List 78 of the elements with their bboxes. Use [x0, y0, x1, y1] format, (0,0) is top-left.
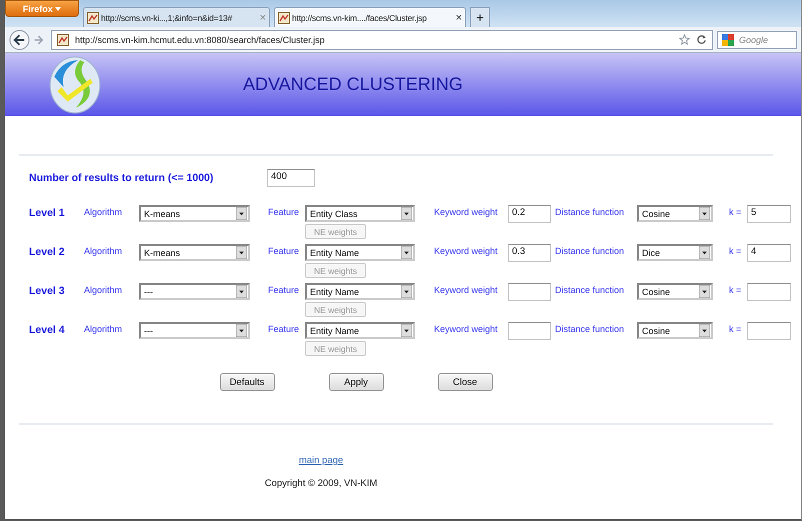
- search-engine-icon: [722, 34, 734, 46]
- distance-function-dropdown[interactable]: Cosine: [637, 322, 713, 339]
- keyword-weight-label: Keyword weight: [434, 323, 499, 334]
- level-label: Level 2: [29, 245, 66, 258]
- level-label: Level 3: [29, 284, 66, 297]
- browser-tab[interactable]: http://scms.vn-ki...,1;&info=n&id=13# ×: [83, 7, 270, 27]
- distance-function-dropdown[interactable]: Cosine: [637, 283, 713, 300]
- form-button[interactable]: Apply: [328, 373, 384, 391]
- k-label: k =: [729, 245, 742, 256]
- distance-function-label: Distance function: [555, 245, 626, 256]
- dropdown-arrow-icon: [236, 324, 247, 337]
- form-button[interactable]: Defaults: [220, 373, 274, 391]
- dropdown-arrow-icon: [401, 324, 412, 337]
- page-icon: [278, 12, 290, 24]
- dropdown-arrow-icon: [699, 324, 710, 337]
- results-label: Number of results to return (<= 1000): [29, 172, 214, 184]
- keyword-weight-label: Keyword weight: [434, 245, 499, 256]
- distance-function-label: Distance function: [555, 206, 626, 217]
- feature-label: Feature: [268, 323, 300, 334]
- keyword-weight-label: Keyword weight: [434, 284, 499, 295]
- feature-label: Feature: [268, 284, 300, 295]
- feature-dropdown[interactable]: Entity Name: [305, 283, 415, 300]
- k-label: k =: [729, 323, 742, 334]
- copyright-text: Copyright © 2009, VN-KIM: [264, 478, 378, 489]
- algorithm-label: Algorithm: [84, 323, 124, 334]
- k-input[interactable]: [747, 283, 791, 301]
- k-label: k =: [729, 284, 742, 295]
- distance-function-dropdown[interactable]: Dice: [637, 244, 713, 261]
- close-tab-icon[interactable]: ×: [456, 12, 462, 24]
- k-input[interactable]: 5: [747, 205, 791, 223]
- feature-dropdown[interactable]: Entity Name: [305, 322, 415, 339]
- algorithm-dropdown[interactable]: K-means: [139, 244, 250, 261]
- algorithm-dropdown[interactable]: ---: [139, 283, 250, 300]
- k-label: k =: [729, 206, 742, 217]
- k-input[interactable]: [747, 322, 791, 340]
- feature-label: Feature: [268, 245, 300, 256]
- browser-tab[interactable]: http://scms.vn-kim..../faces/Cluster.jsp ×: [274, 7, 466, 27]
- page-title: ADVANCED CLUSTERING: [243, 74, 463, 95]
- results-input[interactable]: 400: [267, 169, 315, 187]
- feature-dropdown[interactable]: Entity Name: [305, 244, 415, 261]
- level-label: Level 1: [29, 206, 66, 219]
- dropdown-arrow-icon: [236, 285, 247, 298]
- new-tab-button[interactable]: +: [470, 7, 490, 27]
- feature-dropdown[interactable]: Entity Class: [305, 205, 415, 222]
- form-button[interactable]: Close: [438, 373, 492, 391]
- star-icon[interactable]: [679, 34, 690, 45]
- dropdown-arrow-icon: [401, 207, 412, 220]
- distance-function-label: Distance function: [555, 284, 626, 295]
- k-input[interactable]: 4: [747, 244, 791, 262]
- page-icon: [57, 34, 69, 46]
- address-bar[interactable]: http://scms.vn-kim.hcmut.edu.vn:8080/search/faces/Cluster.jsp: [51, 30, 713, 50]
- dropdown-arrow-icon: [401, 285, 412, 298]
- keyword-weight-input[interactable]: [508, 283, 551, 301]
- search-field[interactable]: Google: [717, 30, 797, 48]
- level-label: Level 4: [29, 323, 66, 336]
- logo-icon: [48, 56, 102, 114]
- dropdown-arrow-icon: [699, 207, 710, 220]
- feature-label: Feature: [268, 206, 300, 217]
- algorithm-label: Algorithm: [84, 245, 124, 256]
- dropdown-arrow-icon: [699, 246, 710, 259]
- page-icon: [87, 12, 99, 24]
- keyword-weight-input[interactable]: 0.2: [508, 205, 551, 223]
- dropdown-arrow-icon: [401, 246, 412, 259]
- algorithm-label: Algorithm: [84, 284, 124, 295]
- distance-function-dropdown[interactable]: Cosine: [637, 205, 713, 222]
- distance-function-label: Distance function: [555, 323, 626, 334]
- algorithm-dropdown[interactable]: K-means: [139, 205, 250, 222]
- keyword-weight-input[interactable]: [508, 322, 551, 340]
- dropdown-arrow-icon: [699, 285, 710, 298]
- algorithm-label: Algorithm: [84, 206, 124, 217]
- caret-icon: [55, 7, 62, 12]
- algorithm-dropdown[interactable]: ---: [139, 322, 250, 339]
- main-page-link[interactable]: main page: [298, 455, 344, 466]
- reload-icon[interactable]: [696, 34, 707, 45]
- dropdown-arrow-icon: [236, 246, 247, 259]
- dropdown-arrow-icon: [236, 207, 247, 220]
- keyword-weight-label: Keyword weight: [434, 206, 499, 217]
- keyword-weight-input[interactable]: 0.3: [508, 244, 551, 262]
